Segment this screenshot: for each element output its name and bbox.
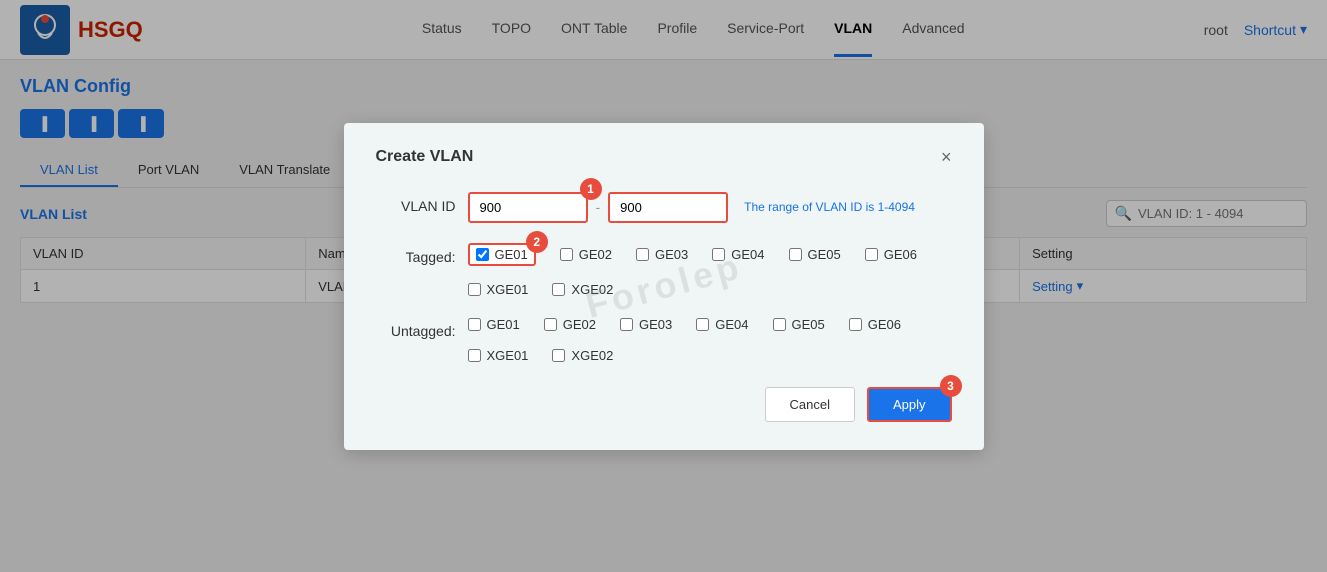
vlan-id-from-input[interactable] <box>468 192 588 223</box>
untagged-ge01-wrap: GE01 <box>468 317 520 332</box>
tagged-ge02-checkbox[interactable] <box>560 248 573 261</box>
tagged-xge01-wrap: XGE01 <box>468 282 529 297</box>
untagged-xge01-wrap: XGE01 <box>468 348 529 363</box>
untagged-ge04-checkbox[interactable] <box>696 318 709 331</box>
untagged-ge06-checkbox[interactable] <box>849 318 862 331</box>
tagged-xge01-label: XGE01 <box>487 282 529 297</box>
tagged-ge01-label: GE01 <box>495 247 528 262</box>
step2-badge: 2 <box>526 231 548 253</box>
cancel-button[interactable]: Cancel <box>765 387 855 422</box>
tagged-ge06-wrap: GE06 <box>865 243 917 266</box>
untagged-ge05-checkbox[interactable] <box>773 318 786 331</box>
create-vlan-modal: Forolep Create VLAN × VLAN ID 1 - The ra… <box>344 123 984 450</box>
vlan-id-content: 1 - The range of VLAN ID is 1-4094 <box>468 192 952 223</box>
modal-header: Create VLAN × <box>376 147 952 168</box>
step1-badge: 1 <box>580 178 602 200</box>
tagged-ge06-label: GE06 <box>884 247 917 262</box>
untagged-ge06-wrap: GE06 <box>849 317 901 332</box>
untagged-ge01-label: GE01 <box>487 317 520 332</box>
tagged-ge01-wrap: GE01 2 <box>468 243 536 266</box>
vlan-range-hint: The range of VLAN ID is 1-4094 <box>744 200 915 214</box>
untagged-checkbox-group: GE01 GE02 GE03 GE04 <box>468 317 952 363</box>
tagged-ge02-label: GE02 <box>579 247 612 262</box>
tagged-ge05-wrap: GE05 <box>789 243 841 266</box>
untagged-ge01-checkbox[interactable] <box>468 318 481 331</box>
apply-button-wrap: Apply 3 <box>867 387 952 422</box>
vlan-id-row: VLAN ID 1 - The range of VLAN ID is 1-40… <box>376 192 952 223</box>
tagged-ge06-checkbox[interactable] <box>865 248 878 261</box>
tagged-checkbox-group: GE01 2 GE02 GE03 GE04 <box>468 243 952 297</box>
tagged-xge02-checkbox[interactable] <box>552 283 565 296</box>
vlan-id-label: VLAN ID <box>376 192 456 214</box>
untagged-ge05-wrap: GE05 <box>773 317 825 332</box>
untagged-row: Untagged: GE01 GE02 GE03 <box>376 317 952 363</box>
untagged-label: Untagged: <box>376 317 456 339</box>
tagged-ge05-label: GE05 <box>808 247 841 262</box>
apply-button[interactable]: Apply <box>867 387 952 422</box>
untagged-ge02-wrap: GE02 <box>544 317 596 332</box>
modal-title: Create VLAN <box>376 148 474 166</box>
tagged-ge05-checkbox[interactable] <box>789 248 802 261</box>
untagged-xge02-checkbox[interactable] <box>552 349 565 362</box>
tagged-xge02-label: XGE02 <box>571 282 613 297</box>
untagged-ge02-checkbox[interactable] <box>544 318 557 331</box>
tagged-ge02-wrap: GE02 <box>560 243 612 266</box>
tagged-row: Tagged: GE01 2 GE02 GE03 <box>376 243 952 297</box>
close-button[interactable]: × <box>941 147 952 168</box>
tagged-xge02-wrap: XGE02 <box>552 282 613 297</box>
untagged-ge03-checkbox[interactable] <box>620 318 633 331</box>
untagged-ge05-label: GE05 <box>792 317 825 332</box>
untagged-xge01-label: XGE01 <box>487 348 529 363</box>
vlan-id-to-input[interactable] <box>608 192 728 223</box>
untagged-ge03-wrap: GE03 <box>620 317 672 332</box>
tagged-label: Tagged: <box>376 243 456 265</box>
untagged-ge06-label: GE06 <box>868 317 901 332</box>
vlan-id-from-wrap: 1 <box>468 192 588 223</box>
vlan-id-inputs: 1 - The range of VLAN ID is 1-4094 <box>468 192 952 223</box>
tagged-ge03-wrap: GE03 <box>636 243 688 266</box>
tagged-ge03-label: GE03 <box>655 247 688 262</box>
tagged-content: GE01 2 GE02 GE03 GE04 <box>468 243 952 297</box>
untagged-ge02-label: GE02 <box>563 317 596 332</box>
untagged-ge04-wrap: GE04 <box>696 317 748 332</box>
modal-overlay: Forolep Create VLAN × VLAN ID 1 - The ra… <box>0 0 1327 572</box>
tagged-ge04-label: GE04 <box>731 247 764 262</box>
tagged-ge04-checkbox[interactable] <box>712 248 725 261</box>
vlan-id-separator: - <box>596 199 601 215</box>
untagged-xge02-wrap: XGE02 <box>552 348 613 363</box>
tagged-ge01-checkbox[interactable] <box>476 248 489 261</box>
step3-badge: 3 <box>940 375 962 397</box>
untagged-ge03-label: GE03 <box>639 317 672 332</box>
tagged-ge03-checkbox[interactable] <box>636 248 649 261</box>
modal-footer: Cancel Apply 3 <box>376 387 952 422</box>
untagged-content: GE01 GE02 GE03 GE04 <box>468 317 952 363</box>
untagged-xge02-label: XGE02 <box>571 348 613 363</box>
untagged-xge01-checkbox[interactable] <box>468 349 481 362</box>
untagged-ge04-label: GE04 <box>715 317 748 332</box>
tagged-xge01-checkbox[interactable] <box>468 283 481 296</box>
tagged-ge04-wrap: GE04 <box>712 243 764 266</box>
